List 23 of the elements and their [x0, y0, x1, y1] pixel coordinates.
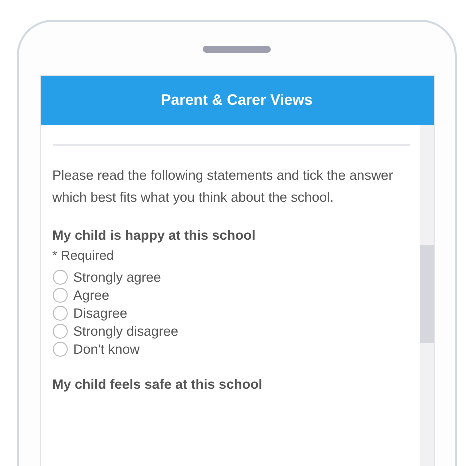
question-title: My child feels safe at this school — [52, 377, 264, 392]
option-label: Strongly disagree — [74, 324, 179, 339]
question-title: My child is happy at this school — [52, 228, 257, 243]
scrollbar-thumb[interactable] — [420, 245, 434, 343]
radio-option[interactable]: Disagree — [52, 306, 410, 321]
speaker-slot — [203, 46, 271, 53]
option-label: Agree — [74, 288, 110, 303]
option-label: Disagree — [74, 306, 128, 321]
option-label: Don't know — [74, 342, 140, 357]
radio-option[interactable]: Strongly disagree — [52, 324, 410, 339]
intro-text: Please read the following statements and tick the answer which best fits what you think about the school. — [52, 167, 394, 207]
radio-button[interactable] — [52, 288, 68, 303]
page-header: Parent & Carer Views — [40, 76, 434, 125]
radio-option[interactable]: Don't know — [52, 342, 410, 357]
required-note: * Required — [52, 248, 114, 263]
radio-option[interactable]: Strongly agree — [52, 270, 410, 285]
radio-option[interactable]: Agree — [52, 288, 410, 303]
radio-button[interactable] — [52, 324, 68, 339]
radio-button[interactable] — [52, 342, 68, 357]
radio-button[interactable] — [52, 306, 68, 321]
scrollbar[interactable] — [420, 125, 434, 466]
radio-button[interactable] — [52, 270, 68, 285]
option-label: Strongly agree — [74, 270, 162, 285]
